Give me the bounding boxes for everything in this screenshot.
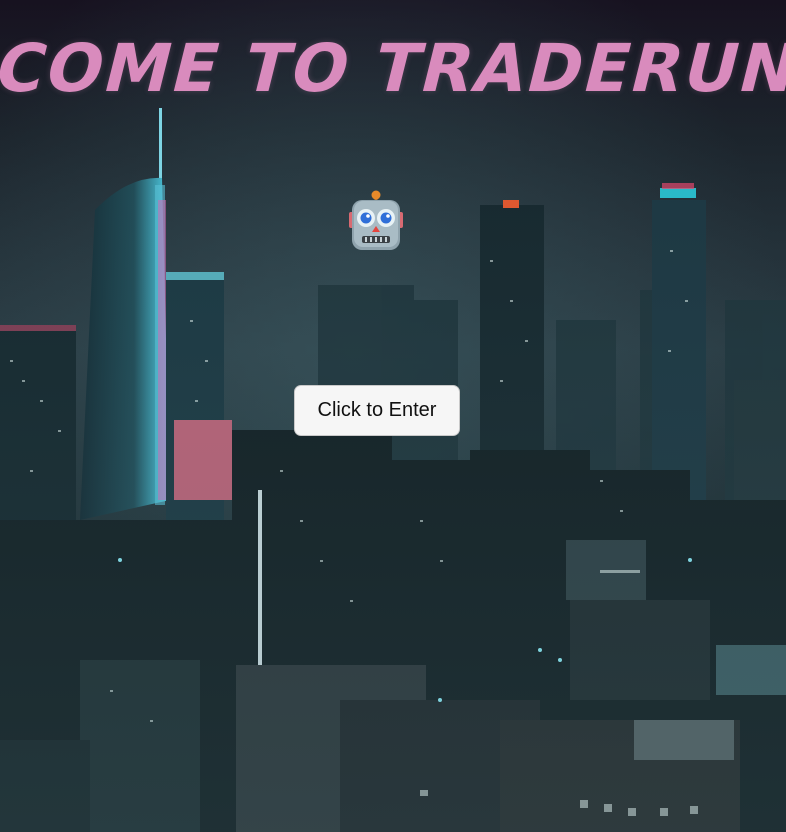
- landing-page: WELCOME TO TRADERUNNER Click to Enter: [0, 0, 786, 832]
- enter-button[interactable]: Click to Enter: [294, 385, 460, 436]
- page-title: WELCOME TO TRADERUNNER: [0, 30, 786, 107]
- robot-face-icon: [349, 190, 403, 250]
